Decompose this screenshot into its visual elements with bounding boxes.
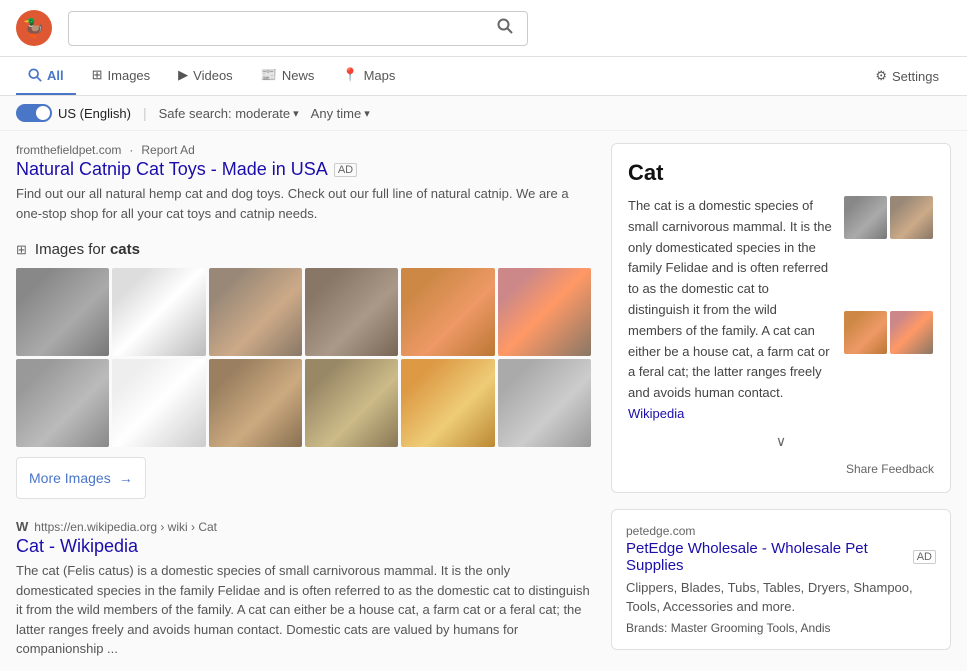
panel-body: The cat is a domestic species of small c… xyxy=(628,196,934,425)
right-column: Cat The cat is a domestic species of sma… xyxy=(611,143,951,659)
cat-image-11[interactable] xyxy=(498,359,591,447)
cat-image-8[interactable] xyxy=(209,359,302,447)
tab-maps-label: Maps xyxy=(364,68,396,83)
news-icon: 📰 xyxy=(261,67,277,83)
petedge-description: Clippers, Blades, Tubs, Tables, Dryers, … xyxy=(626,578,936,617)
panel-desc-text: The cat is a domestic species of small c… xyxy=(628,198,832,400)
images-grid-icon: ⊞ xyxy=(16,242,27,258)
petedge-source: petedge.com xyxy=(626,524,936,538)
filters-bar: US (English) | Safe search: moderate Any… xyxy=(0,96,967,131)
logo: 🦆 xyxy=(16,10,52,46)
images-query: cats xyxy=(110,241,140,258)
wiki-source-line: W https://en.wikipedia.org › wiki › Cat xyxy=(16,519,591,534)
cat-image-3[interactable] xyxy=(305,268,398,356)
tab-images[interactable]: ⊞ Images xyxy=(80,57,163,95)
images-header: ⊞ Images for cats xyxy=(16,241,591,258)
petedge-ad: petedge.com PetEdge Wholesale - Wholesal… xyxy=(611,509,951,650)
videos-icon: ▶ xyxy=(178,67,188,83)
panel-wikipedia-link[interactable]: Wikipedia xyxy=(628,406,684,421)
tab-all[interactable]: All xyxy=(16,58,76,95)
images-icon: ⊞ xyxy=(92,67,103,83)
tab-all-label: All xyxy=(47,68,64,83)
image-grid-row1 xyxy=(16,268,591,356)
more-images-button[interactable]: More Images → xyxy=(16,457,146,499)
wiki-snippet: The cat (Felis catus) is a domestic spec… xyxy=(16,561,591,659)
wiki-title: Cat - Wikipedia xyxy=(16,536,138,556)
images-header-text: Images for cats xyxy=(35,241,140,258)
more-images-arrow-icon: → xyxy=(119,470,133,486)
safe-search-dropdown[interactable]: Safe search: moderate xyxy=(159,106,299,121)
header: 🦆 cats xyxy=(0,0,967,57)
panel-images-grid xyxy=(844,196,934,425)
cat-image-5[interactable] xyxy=(498,268,591,356)
cat-image-1[interactable] xyxy=(112,268,205,356)
ad-result: fromthefieldpet.com · Report Ad Natural … xyxy=(16,143,591,223)
cat-image-2[interactable] xyxy=(209,268,302,356)
image-grid-row2 xyxy=(16,359,591,447)
tab-images-label: Images xyxy=(108,68,151,83)
ad-badge: AD xyxy=(334,163,357,177)
ad-source-line: fromthefieldpet.com · Report Ad xyxy=(16,143,591,157)
wiki-title-link[interactable]: Cat - Wikipedia xyxy=(16,536,138,556)
left-column: fromthefieldpet.com · Report Ad Natural … xyxy=(16,143,591,659)
panel-title: Cat xyxy=(628,160,934,186)
cat-image-6[interactable] xyxy=(16,359,109,447)
petedge-title-link[interactable]: PetEdge Wholesale - Wholesale Pet Suppli… xyxy=(626,540,936,574)
report-ad-button[interactable]: Report Ad xyxy=(141,143,194,157)
cat-image-10[interactable] xyxy=(401,359,494,447)
knowledge-panel: Cat The cat is a domestic species of sma… xyxy=(611,143,951,493)
time-dropdown[interactable]: Any time xyxy=(311,106,370,121)
petedge-ad-badge: AD xyxy=(913,550,936,564)
panel-cat-image-1 xyxy=(890,196,933,239)
panel-description: The cat is a domestic species of small c… xyxy=(628,196,832,425)
tab-news-label: News xyxy=(282,68,315,83)
wiki-url: https://en.wikipedia.org › wiki › Cat xyxy=(34,520,217,534)
cat-image-4[interactable] xyxy=(401,268,494,356)
tab-videos-label: Videos xyxy=(193,68,233,83)
panel-cat-image-0 xyxy=(844,196,887,239)
safe-search-label: Safe search: moderate xyxy=(159,106,291,121)
petedge-brands: Brands: Master Grooming Tools, Andis xyxy=(626,621,936,635)
tab-maps[interactable]: 📍 Maps xyxy=(330,57,407,95)
panel-cat-image-3 xyxy=(890,311,933,354)
tab-news[interactable]: 📰 News xyxy=(249,57,327,95)
more-images-label: More Images xyxy=(29,470,111,486)
images-section: ⊞ Images for cats More Images → xyxy=(16,241,591,499)
settings-icon: ⚙ xyxy=(875,68,887,84)
cat-image-9[interactable] xyxy=(305,359,398,447)
settings-label: Settings xyxy=(892,69,939,84)
toggle-switch-icon xyxy=(16,104,52,122)
panel-expand-button[interactable]: ∨ xyxy=(628,425,934,458)
search-input[interactable]: cats xyxy=(79,20,493,37)
ad-separator: · xyxy=(129,143,133,157)
images-prefix: Images for xyxy=(35,241,110,258)
wiki-icon: W xyxy=(16,519,28,534)
petedge-title-text: PetEdge Wholesale - Wholesale Pet Suppli… xyxy=(626,540,907,574)
cat-image-7[interactable] xyxy=(112,359,205,447)
ad-title-text: Natural Catnip Cat Toys - Made in USA xyxy=(16,159,328,180)
main-content: fromthefieldpet.com · Report Ad Natural … xyxy=(0,131,967,671)
region-toggle[interactable]: US (English) xyxy=(16,104,131,122)
share-feedback-button[interactable]: Share Feedback xyxy=(628,462,934,476)
nav-tabs: All ⊞ Images ▶ Videos 📰 News 📍 Maps ⚙ Se… xyxy=(0,57,967,96)
panel-cat-image-2 xyxy=(844,311,887,354)
time-label: Any time xyxy=(311,106,362,121)
cat-image-0[interactable] xyxy=(16,268,109,356)
ad-source-url: fromthefieldpet.com xyxy=(16,143,121,157)
region-label: US (English) xyxy=(58,106,131,121)
tab-videos[interactable]: ▶ Videos xyxy=(166,57,245,95)
ad-description: Find out our all natural hemp cat and do… xyxy=(16,184,591,223)
logo-icon: 🦆 xyxy=(23,18,45,39)
ad-title-link[interactable]: Natural Catnip Cat Toys - Made in USA AD xyxy=(16,159,591,180)
maps-icon: 📍 xyxy=(342,67,358,83)
search-button[interactable] xyxy=(493,18,517,39)
search-bar: cats xyxy=(68,11,528,46)
settings-button[interactable]: ⚙ Settings xyxy=(863,58,951,94)
wiki-result: W https://en.wikipedia.org › wiki › Cat … xyxy=(16,519,591,659)
